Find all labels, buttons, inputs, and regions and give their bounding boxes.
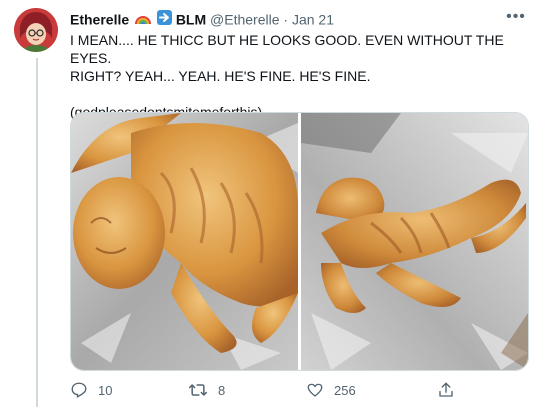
avatar[interactable] bbox=[14, 8, 58, 52]
tweet-text: I MEAN.... HE THICC BUT HE LOOKS GOOD. E… bbox=[70, 31, 525, 121]
retweet-count: 8 bbox=[218, 382, 226, 398]
tweet-text-line: I MEAN.... HE THICC BUT HE LOOKS GOOD. E… bbox=[70, 32, 504, 66]
retweet-icon bbox=[188, 384, 208, 396]
tweet-actions: 10 8 256 bbox=[70, 380, 530, 400]
share-button[interactable] bbox=[437, 380, 465, 400]
more-options-button[interactable]: ••• bbox=[506, 8, 526, 26]
display-name[interactable]: Etherelle bbox=[70, 11, 129, 27]
separator: · bbox=[283, 11, 289, 28]
retweet-button[interactable]: 8 bbox=[188, 380, 225, 400]
like-button[interactable]: 256 bbox=[306, 380, 356, 400]
tweet-header: Etherelle BLM @Etherelle · Jan 21 bbox=[70, 10, 530, 28]
reply-icon bbox=[71, 382, 87, 398]
thread-line bbox=[36, 58, 38, 407]
tweet-text-line: RIGHT? YEAH... YEAH. HE'S FINE. HE'S FIN… bbox=[70, 68, 371, 84]
right-arrow-emoji-icon bbox=[156, 10, 172, 28]
more-icon: ••• bbox=[506, 8, 526, 25]
heart-icon bbox=[307, 383, 323, 397]
tweet-media[interactable] bbox=[70, 112, 529, 371]
bread-photo-right[interactable] bbox=[301, 113, 528, 370]
reply-button[interactable]: 10 bbox=[70, 380, 112, 400]
handle[interactable]: @Etherelle bbox=[210, 11, 279, 27]
tweet-date[interactable]: Jan 21 bbox=[292, 11, 334, 27]
rainbow-emoji-icon bbox=[135, 11, 152, 28]
share-icon bbox=[439, 382, 453, 397]
reply-count: 10 bbox=[98, 382, 113, 398]
bread-photo-left[interactable] bbox=[71, 113, 298, 370]
like-count: 256 bbox=[334, 382, 356, 398]
badge-text: BLM bbox=[175, 11, 207, 28]
